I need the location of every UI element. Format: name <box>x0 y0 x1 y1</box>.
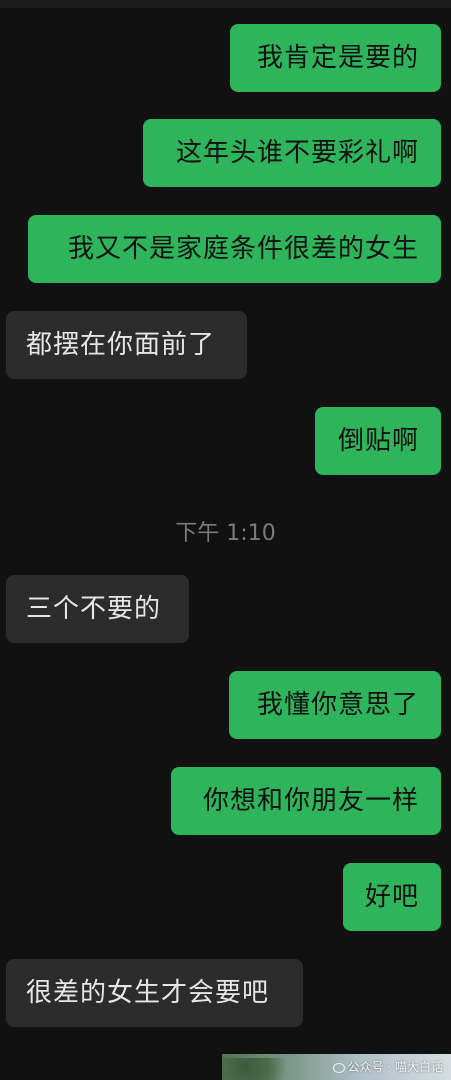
message-timestamp: 下午 1:10 <box>175 521 276 546</box>
message-bubble-incoming[interactable]: 三个不要的 <box>6 575 189 643</box>
watermark: 公众号 · 喵大白话 <box>332 1058 443 1075</box>
photo-foliage <box>222 1058 302 1080</box>
message-bubble-outgoing[interactable]: 倒贴啊 <box>315 407 441 475</box>
image-message-thumbnail[interactable]: 公众号 · 喵大白话 <box>222 1054 451 1080</box>
message-text: 我懂你意思了 <box>256 690 419 720</box>
message-text: 都摆在你面前了 <box>26 330 216 360</box>
message-bubble-outgoing[interactable]: 我肯定是要的 <box>230 24 441 92</box>
message-text: 这年头谁不要彩礼啊 <box>175 138 419 168</box>
message-bubble-incoming[interactable]: 都摆在你面前了 <box>6 311 247 379</box>
top-edge-bar <box>0 0 451 8</box>
message-text: 我肯定是要的 <box>256 43 419 73</box>
wechat-official-account-icon <box>332 1062 345 1073</box>
message-bubble-outgoing[interactable]: 我又不是家庭条件很差的女生 <box>28 215 441 283</box>
message-bubble-outgoing[interactable]: 我懂你意思了 <box>229 671 441 739</box>
message-text: 好吧 <box>364 882 419 912</box>
message-text: 三个不要的 <box>26 594 162 624</box>
message-bubble-outgoing[interactable]: 好吧 <box>343 863 441 931</box>
message-text: 你想和你朋友一样 <box>202 786 419 816</box>
message-text: 我又不是家庭条件很差的女生 <box>67 234 419 264</box>
message-text: 倒贴啊 <box>337 426 419 456</box>
message-bubble-incoming[interactable]: 很差的女生才会要吧 <box>6 959 303 1027</box>
watermark-text: 公众号 · 喵大白话 <box>347 1060 443 1074</box>
message-bubble-outgoing[interactable]: 你想和你朋友一样 <box>171 767 441 835</box>
message-bubble-outgoing[interactable]: 这年头谁不要彩礼啊 <box>143 119 441 187</box>
message-text: 很差的女生才会要吧 <box>26 978 270 1008</box>
